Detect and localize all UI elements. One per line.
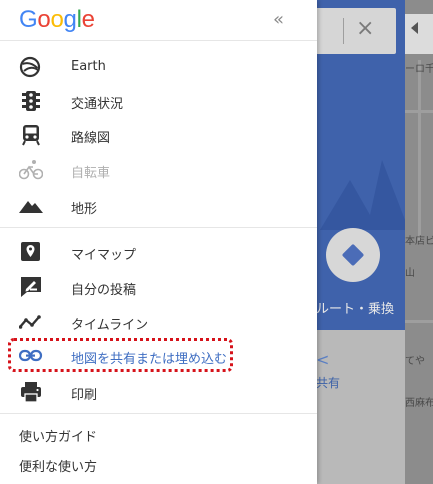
menu-item-label: タイムライン xyxy=(71,318,149,333)
menu-divider xyxy=(0,227,317,228)
share-icon[interactable]: < xyxy=(316,350,329,369)
search-divider xyxy=(343,18,344,44)
google-logo[interactable]: Google xyxy=(19,6,95,34)
edit-post-icon xyxy=(21,277,41,297)
menu-item-transit[interactable]: 路線図 xyxy=(0,118,317,152)
menu-item-bicycle[interactable]: 自転車 xyxy=(0,153,317,187)
menu-item-terrain[interactable]: 地形 xyxy=(0,189,317,223)
bicycle-icon xyxy=(19,160,43,180)
menu-item-print[interactable]: 印刷 xyxy=(0,375,317,409)
menu-item-timeline[interactable]: タイムライン xyxy=(0,305,317,339)
logo-letter: o xyxy=(50,6,64,33)
menu-item-traffic[interactable]: 交通状況 xyxy=(0,84,317,118)
menu-divider xyxy=(0,413,317,414)
menu-item-label: Earth xyxy=(71,59,106,74)
menu-item-label: マイマップ xyxy=(71,248,137,263)
close-icon[interactable]: × xyxy=(356,16,374,41)
menu-header: Google « xyxy=(0,0,317,41)
map-label: てや xyxy=(405,356,425,367)
globe-icon xyxy=(19,56,41,78)
logo-letter: e xyxy=(81,6,95,33)
menu-item-label: 自転車 xyxy=(71,166,111,181)
link-help-guide[interactable]: 使い方ガイド xyxy=(19,426,97,445)
highlight-annotation xyxy=(8,338,233,372)
side-menu: Google « Earth 交通状況 路線図 自転車 地形 マイマップ 自分の… xyxy=(0,0,317,484)
printer-icon xyxy=(21,382,41,403)
traffic-light-icon xyxy=(22,91,40,111)
map-pin-icon xyxy=(21,242,40,261)
logo-letter: g xyxy=(63,6,77,33)
menu-item-label: 自分の投稿 xyxy=(71,283,137,298)
map-label: 山 xyxy=(405,268,415,279)
route-label: ルート・乗換 xyxy=(316,302,395,317)
menu-item-my-maps[interactable]: マイマップ xyxy=(0,235,317,269)
map-label: 西麻布 xyxy=(405,398,433,409)
collapse-menu-icon[interactable]: « xyxy=(273,9,284,30)
menu-item-label: 地形 xyxy=(71,202,98,217)
menu-item-label: 交通状況 xyxy=(71,97,124,112)
terrain-icon xyxy=(19,201,43,213)
timeline-icon xyxy=(19,315,41,329)
menu-item-earth[interactable]: Earth xyxy=(0,50,317,84)
menu-item-my-posts[interactable]: 自分の投稿 xyxy=(0,270,317,304)
train-icon xyxy=(22,125,40,146)
expand-panel-tab[interactable] xyxy=(405,14,433,54)
share-label: 共有 xyxy=(316,376,341,390)
chevron-left-icon xyxy=(411,22,418,34)
logo-letter: G xyxy=(19,6,38,33)
mountain-illustration xyxy=(320,160,405,230)
menu-item-label: 路線図 xyxy=(71,131,111,146)
logo-letter: o xyxy=(37,6,51,33)
map-label: ーロ千 xyxy=(405,64,433,75)
menu-item-label: 印刷 xyxy=(71,388,98,403)
map-label: 本店ビ xyxy=(405,236,433,247)
link-tips[interactable]: 便利な使い方 xyxy=(19,456,97,475)
